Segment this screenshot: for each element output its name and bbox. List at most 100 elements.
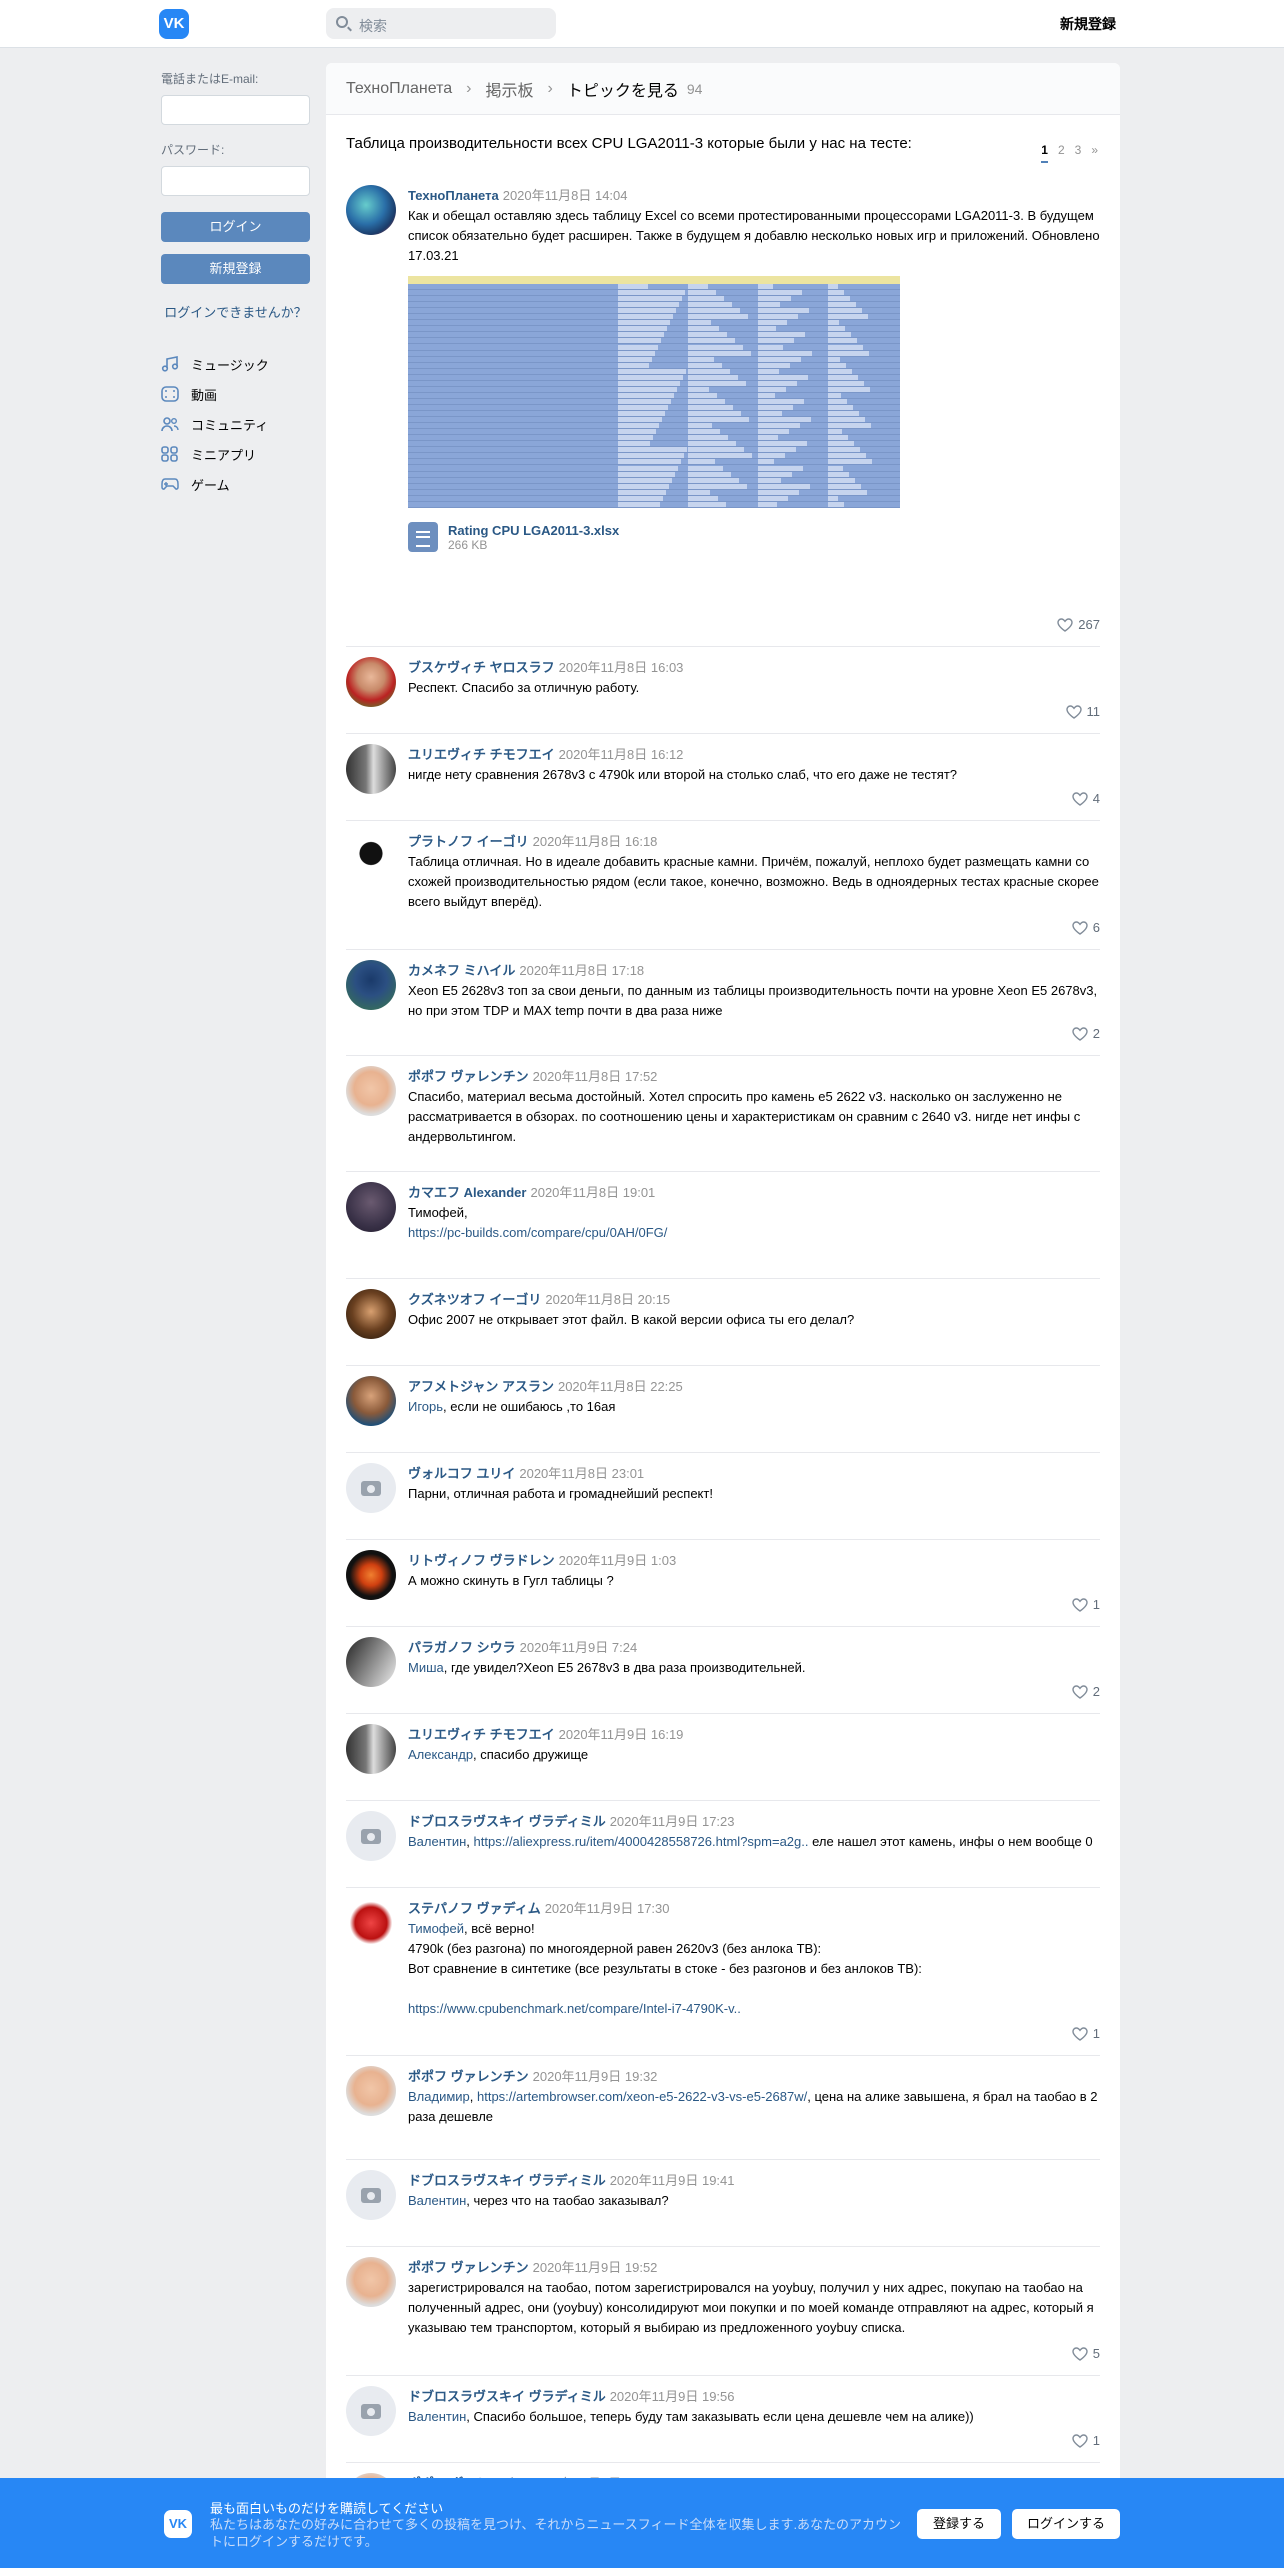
post-date[interactable]: 2020年11月9日 16:19	[559, 1727, 684, 1742]
post-author[interactable]: ポポフ ヴァレンチン	[408, 2069, 529, 2084]
post-date[interactable]: 2020年11月9日 19:56	[610, 2389, 735, 2404]
post-author[interactable]: ドブロスラヴスキイ ヴラディミル	[408, 2173, 606, 2188]
avatar[interactable]	[346, 831, 396, 881]
post-author[interactable]: ТехноПланета	[408, 188, 499, 203]
spreadsheet-preview-image[interactable]	[408, 276, 900, 508]
avatar[interactable]	[346, 2257, 396, 2307]
mention-link[interactable]: Валентин	[408, 2409, 466, 2424]
banner-login-button[interactable]: ログインする	[1012, 2509, 1120, 2539]
file-name[interactable]: Rating CPU LGA2011-3.xlsx	[448, 523, 619, 538]
like-button[interactable]: 5	[1072, 2346, 1100, 2361]
like-button[interactable]: 1	[1072, 1597, 1100, 1612]
page-3[interactable]: 3	[1075, 143, 1082, 163]
avatar[interactable]	[346, 1898, 396, 1948]
avatar[interactable]	[346, 1376, 396, 1426]
mention-link[interactable]: Тимофей	[408, 1921, 464, 1936]
post-date[interactable]: 2020年11月9日 19:32	[533, 2069, 658, 2084]
like-button[interactable]: 6	[1072, 920, 1100, 935]
menu-item-games[interactable]: ゲーム	[161, 469, 310, 499]
mention-link[interactable]: Валентин	[408, 1834, 466, 1849]
forgot-login-link[interactable]: ログインできませんか？	[161, 302, 310, 321]
post-author[interactable]: ブスケヴィチ ヤロスラフ	[408, 660, 555, 675]
post-author[interactable]: アフメトジャン アスラン	[408, 1379, 554, 1394]
post-date[interactable]: 2020年11月9日 1:03	[559, 1553, 677, 1568]
mention-link[interactable]: Александр	[408, 1747, 473, 1762]
like-button[interactable]: 267	[1057, 617, 1100, 632]
post-date[interactable]: 2020年11月8日 19:01	[530, 1185, 655, 1200]
avatar[interactable]	[346, 657, 396, 707]
post-date[interactable]: 2020年11月9日 17:23	[610, 1814, 735, 1829]
post-author[interactable]: ユリエヴィチ チモフエイ	[408, 1727, 555, 1742]
post-author[interactable]: ドブロスラヴスキイ ヴラディミル	[408, 1814, 606, 1829]
page-1[interactable]: 1	[1041, 143, 1048, 163]
avatar[interactable]	[346, 1550, 396, 1600]
post-author[interactable]: ユリエヴィチ チモフエイ	[408, 747, 555, 762]
avatar[interactable]	[346, 960, 396, 1010]
post-author[interactable]: クズネツオフ イーゴリ	[408, 1292, 541, 1307]
banner-signup-button[interactable]: 登録する	[917, 2509, 1001, 2539]
post-date[interactable]: 2020年11月8日 16:03	[559, 660, 684, 675]
mention-link[interactable]: Владимир	[408, 2089, 470, 2104]
post-author[interactable]: リトヴィノフ ヴラドレン	[408, 1553, 555, 1568]
avatar[interactable]	[346, 2066, 396, 2116]
post-author[interactable]: カメネフ ミハイル	[408, 963, 515, 978]
menu-item-community[interactable]: コミュニティ	[161, 409, 310, 439]
phone-input[interactable]	[161, 95, 310, 125]
like-button[interactable]: 4	[1072, 791, 1100, 806]
signup-link[interactable]: 新規登録	[1060, 14, 1116, 34]
avatar[interactable]	[346, 1066, 396, 1116]
post-link[interactable]: https://pc-builds.com/compare/cpu/0AH/0F…	[408, 1225, 667, 1240]
like-button[interactable]: 1	[1072, 2026, 1100, 2041]
avatar[interactable]	[346, 185, 396, 235]
password-input[interactable]	[161, 166, 310, 196]
post-link[interactable]: https://www.cpubenchmark.net/compare/Int…	[408, 2001, 741, 2016]
post-author[interactable]: ポポフ ヴァレンチン	[408, 2260, 529, 2275]
post-author[interactable]: パラガノフ シウラ	[408, 1640, 516, 1655]
avatar[interactable]	[346, 1724, 396, 1774]
post-date[interactable]: 2020年11月9日 17:30	[545, 1901, 670, 1916]
avatar[interactable]	[346, 744, 396, 794]
post-date[interactable]: 2020年11月8日 16:18	[533, 834, 658, 849]
mention-link[interactable]: Миша	[408, 1660, 444, 1675]
vk-logo[interactable]: VK	[159, 9, 189, 39]
login-button[interactable]: ログイン	[161, 212, 310, 242]
menu-item-video[interactable]: 動画	[161, 379, 310, 409]
post-author[interactable]: ステパノフ ヴァディム	[408, 1901, 541, 1916]
post-author[interactable]: プラトノフ イーゴリ	[408, 834, 529, 849]
like-button[interactable]: 1	[1072, 2433, 1100, 2448]
breadcrumb-group[interactable]: ТехноПланета	[346, 80, 452, 98]
post-date[interactable]: 2020年11月9日 7:24	[520, 1640, 638, 1655]
post-date[interactable]: 2020年11月8日 16:12	[559, 747, 684, 762]
page-next[interactable]: »	[1091, 143, 1098, 163]
menu-item-music[interactable]: ミュージック	[161, 349, 310, 379]
camera-icon[interactable]	[346, 1811, 396, 1861]
avatar[interactable]	[346, 1182, 396, 1232]
post-date[interactable]: 2020年11月8日 20:15	[545, 1292, 670, 1307]
like-button[interactable]: 2	[1072, 1684, 1100, 1699]
post-date[interactable]: 2020年11月9日 19:41	[610, 2173, 735, 2188]
mention-link[interactable]: Валентин	[408, 2193, 466, 2208]
post-author[interactable]: ポポフ ヴァレンチン	[408, 1069, 529, 1084]
search-input[interactable]: 検索	[326, 8, 556, 39]
signup-button[interactable]: 新規登録	[161, 254, 310, 284]
avatar[interactable]	[346, 1637, 396, 1687]
post-date[interactable]: 2020年11月9日 19:52	[533, 2260, 658, 2275]
post-author[interactable]: カマエフ Alexander	[408, 1185, 526, 1200]
post-link[interactable]: https://artembrowser.com/xeon-e5-2622-v3…	[477, 2089, 807, 2104]
post-date[interactable]: 2020年11月8日 14:04	[503, 188, 628, 203]
post-author[interactable]: ドブロスラヴスキイ ヴラディミル	[408, 2389, 606, 2404]
post-date[interactable]: 2020年11月8日 23:01	[519, 1466, 644, 1481]
camera-icon[interactable]	[346, 1463, 396, 1513]
like-button[interactable]: 11	[1065, 704, 1100, 719]
post-date[interactable]: 2020年11月8日 17:52	[533, 1069, 658, 1084]
mention-link[interactable]: Игорь	[408, 1399, 443, 1414]
camera-icon[interactable]	[346, 2386, 396, 2436]
post-date[interactable]: 2020年11月8日 22:25	[558, 1379, 683, 1394]
breadcrumb-board[interactable]: 掲示板	[485, 77, 533, 101]
file-attachment[interactable]: Rating CPU LGA2011-3.xlsx 266 KB	[408, 522, 1100, 552]
post-date[interactable]: 2020年11月8日 17:18	[519, 963, 644, 978]
menu-item-miniapps[interactable]: ミニアプリ	[161, 439, 310, 469]
post-link[interactable]: https://aliexpress.ru/item/4000428558726…	[474, 1834, 809, 1849]
camera-icon[interactable]	[346, 2170, 396, 2220]
like-button[interactable]: 2	[1072, 1026, 1100, 1041]
